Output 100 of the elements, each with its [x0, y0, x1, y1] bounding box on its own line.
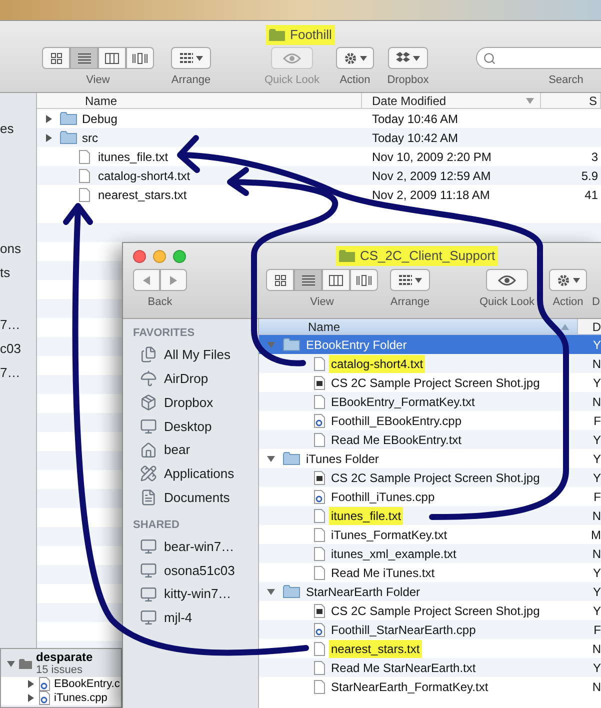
window-control-button[interactable] [173, 250, 186, 262]
sidebar-item[interactable]: ons [0, 237, 36, 261]
file-name[interactable]: Read Me StarNearEarth.txt [329, 658, 478, 676]
file-name[interactable]: Read Me iTunes.txt [329, 564, 437, 582]
view-mode-button[interactable] [322, 269, 350, 291]
file-name[interactable]: EBookEntry_FormatKey.txt [329, 392, 477, 410]
file-name[interactable]: StarNearEarth Folder [304, 582, 422, 600]
file-name[interactable]: itunes_xml_example.txt [329, 544, 458, 562]
file-name[interactable]: itunes_file.txt [329, 506, 404, 524]
view-mode-button[interactable] [98, 47, 126, 69]
back-button[interactable] [133, 269, 160, 291]
date-modified: Today 10:46 AM [372, 112, 458, 126]
disclosure-triangle-icon[interactable] [7, 660, 15, 668]
date-column-text: Y [592, 338, 601, 352]
file-name[interactable]: CS 2C Sample Project Screen Shot.jpg [329, 468, 542, 486]
date-column-text: N [592, 642, 601, 656]
file-name[interactable]: iTunes_FormatKey.txt [329, 526, 450, 544]
sidebar-item[interactable]: AirDrop [123, 366, 258, 391]
view-mode-button[interactable] [294, 269, 322, 291]
code-file-icon [314, 414, 325, 428]
sidebar-item[interactable]: mjl-4 [123, 606, 258, 630]
sidebar-item[interactable]: kitty-win7… [123, 582, 258, 606]
sidebar-item[interactable]: bear [123, 438, 258, 462]
column-header[interactable]: Date Modified [362, 93, 541, 108]
document-icon [314, 528, 325, 542]
file-row[interactable]: Read Me StarNearEarth.txt Y [259, 658, 601, 677]
file-name[interactable]: src [82, 128, 98, 146]
file-row[interactable]: catalog-short4.txt N [259, 354, 601, 373]
list-icon [302, 274, 314, 286]
toolbar-button[interactable] [549, 269, 587, 291]
file-row[interactable]: EBookEntry Folder Y [259, 335, 601, 354]
view-mode-button[interactable] [42, 47, 70, 69]
file-name[interactable]: nearest_stars.txt [98, 186, 187, 204]
toolbar-button[interactable] [388, 47, 428, 69]
file-name[interactable]: Foothill_iTunes.cpp [329, 488, 437, 506]
file-name[interactable]: Debug [82, 110, 118, 128]
sidebar-item[interactable]: Desktop [123, 414, 258, 438]
arrange-icon [180, 53, 192, 63]
date-column-text: N [592, 356, 601, 370]
folder-icon [269, 29, 286, 41]
file-name[interactable]: iTunes Folder [304, 450, 381, 468]
file-name[interactable]: catalog-short4.txt [98, 166, 190, 184]
file-row[interactable]: Foothill_StarNearEarth.cpp F [259, 620, 601, 639]
toolbar-button[interactable] [486, 269, 528, 291]
sidebar-item[interactable]: Applications [123, 462, 258, 486]
file-row[interactable]: itunes_xml_example.txt N [259, 544, 601, 563]
column-header[interactable]: Name [259, 319, 578, 334]
file-size: 3 [591, 148, 598, 166]
view-mode-button[interactable] [266, 269, 294, 291]
disclosure-triangle-icon[interactable] [45, 114, 53, 122]
box-icon [396, 52, 410, 64]
view-mode-button[interactable] [350, 269, 378, 291]
date-modified: Nov 2, 2009 12:59 AM [372, 168, 491, 182]
sidebar-item[interactable]: Dropbox [123, 390, 258, 414]
sidebar-item[interactable]: All My Files [123, 343, 258, 367]
file-name[interactable]: nearest_stars.txt [329, 640, 422, 658]
file-name[interactable]: Foothill_EBookEntry.cpp [329, 412, 464, 430]
file-name[interactable]: EBookEntry Folder [304, 336, 409, 354]
file-name[interactable]: Read Me EBookEntry.txt [329, 430, 464, 448]
disclosure-triangle-icon[interactable] [267, 588, 275, 596]
column-header[interactable]: D [578, 319, 601, 334]
column-header[interactable]: S [541, 93, 601, 108]
file-name[interactable]: Foothill_StarNearEarth.cpp [329, 620, 478, 638]
file-row[interactable]: StarNearEarth Folder Y [259, 582, 601, 601]
sidebar-item[interactable]: Documents [123, 486, 258, 510]
columns-icon [329, 274, 343, 286]
toolbar-button[interactable] [390, 269, 430, 291]
toolbar-label: D [592, 295, 601, 310]
image-file-icon [314, 470, 325, 484]
window-control-button[interactable] [133, 250, 146, 262]
column-header[interactable]: Name [37, 93, 362, 108]
toolbar-button[interactable] [171, 47, 211, 69]
file-name[interactable]: StarNearEarth_FormatKey.txt [329, 678, 490, 696]
date-column-text: N [592, 546, 601, 560]
disclosure-triangle-icon[interactable] [45, 134, 53, 142]
toolbar-label: Dropbox [387, 73, 429, 88]
date-column-text: Y [592, 660, 601, 674]
coverflow-icon [356, 274, 372, 286]
file-row[interactable]: EBookEntry_FormatKey.txt N [259, 392, 601, 411]
sidebar-item[interactable]: es [0, 117, 36, 141]
file-name[interactable]: itunes_file.txt [98, 148, 168, 166]
sidebar-item[interactable]: 7… [0, 361, 36, 385]
sidebar-item[interactable]: ts [0, 261, 36, 285]
disclosure-triangle-icon[interactable] [267, 454, 275, 462]
sidebar-item[interactable]: bear-win7… [123, 534, 258, 558]
file-name[interactable]: CS 2C Sample Project Screen Shot.jpg [329, 374, 542, 392]
date-column-text: N [592, 508, 601, 522]
file-row[interactable]: CS 2C Sample Project Screen Shot.jpg Y [259, 468, 601, 487]
issue-count: 15 issues [36, 664, 84, 677]
sidebar-item[interactable]: 7… [0, 313, 36, 337]
view-mode-button[interactable] [70, 47, 98, 69]
view-mode-button[interactable] [126, 47, 154, 69]
forward-button[interactable] [160, 269, 187, 291]
file-row[interactable]: Read Me EBookEntry.txt Y [259, 430, 601, 449]
sidebar-item[interactable]: c03 [0, 337, 36, 361]
file-name[interactable]: catalog-short4.txt [329, 354, 426, 372]
toolbar-button[interactable] [336, 47, 374, 69]
file-name[interactable]: CS 2C Sample Project Screen Shot.jpg [329, 602, 542, 620]
sidebar-item[interactable]: osona51c03 [123, 558, 258, 582]
file-row[interactable]: itunes_file.txt N [259, 506, 601, 525]
